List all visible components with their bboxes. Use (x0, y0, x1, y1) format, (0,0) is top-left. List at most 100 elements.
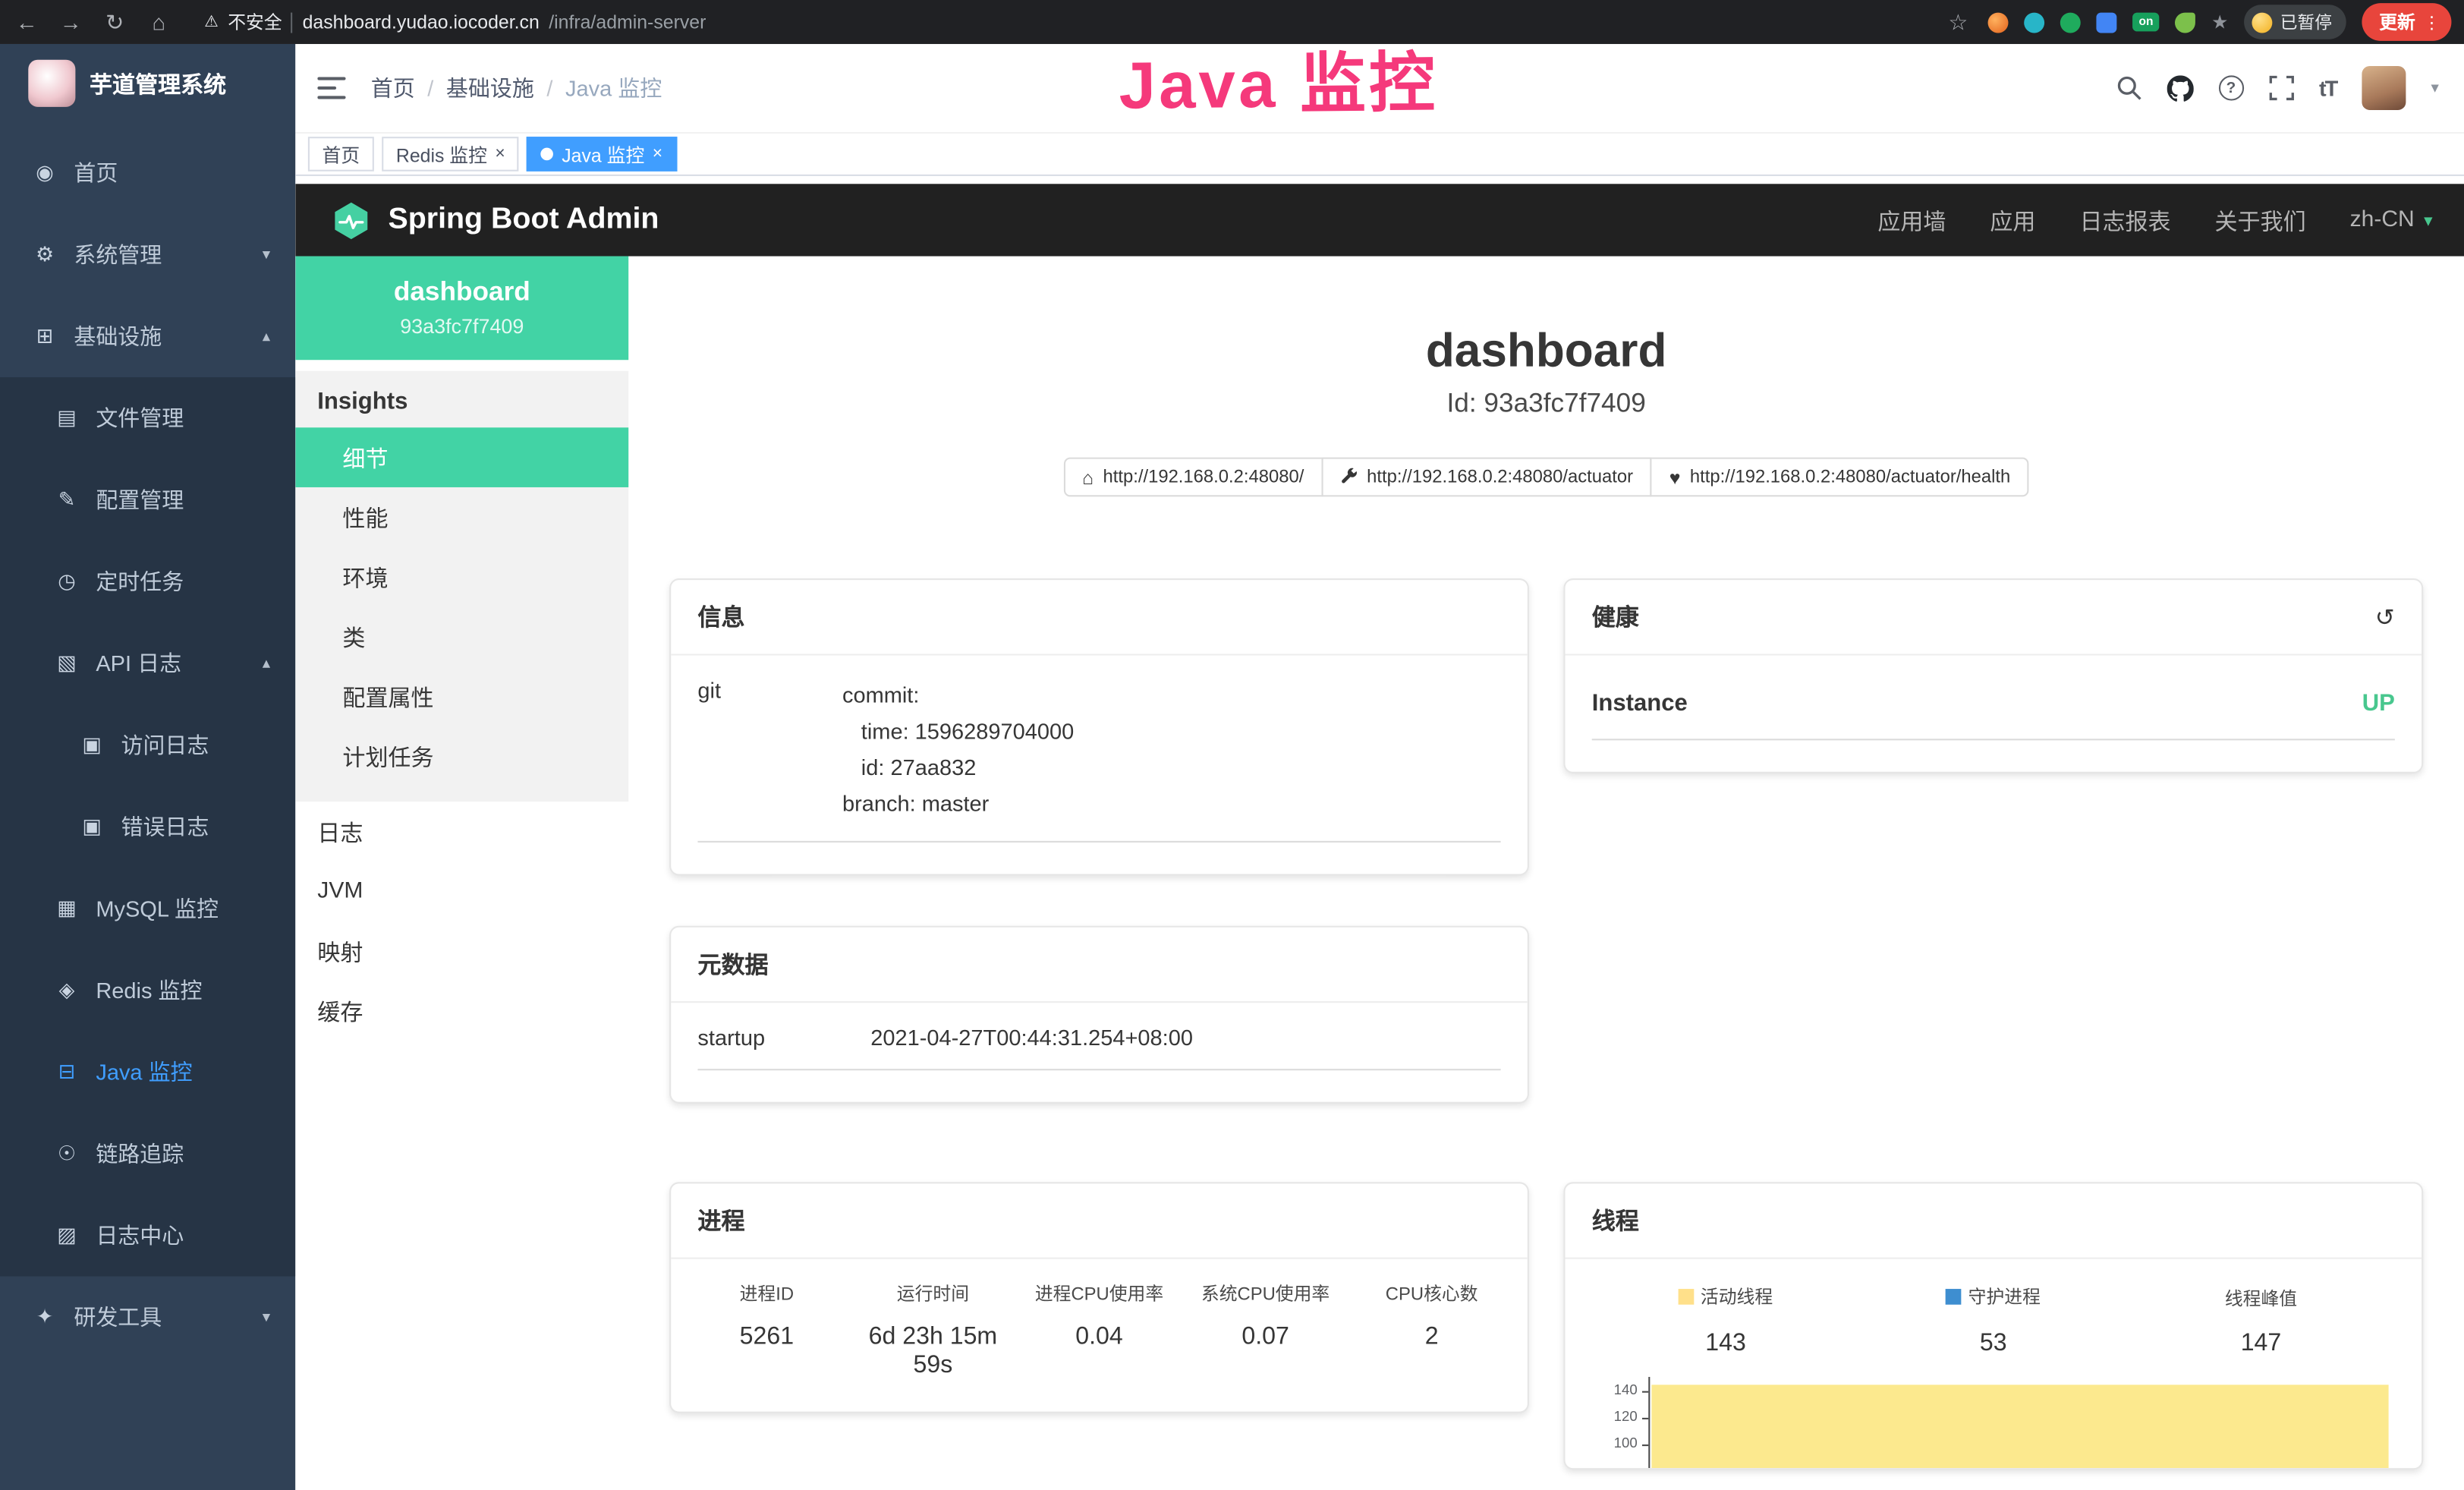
sba-item-caches[interactable]: 缓存 (295, 981, 628, 1041)
sidebar-item-config-management[interactable]: ✎ 配置管理 (0, 459, 295, 541)
sidebar-item-tracing[interactable]: ☉ 链路追踪 (0, 1113, 295, 1195)
sba-item-performance[interactable]: 性能 (295, 487, 628, 547)
sidebar-item-java-monitor[interactable]: ⊟ Java 监控 (0, 1031, 295, 1113)
extension-green-icon[interactable] (2060, 12, 2081, 33)
breadcrumb-home[interactable]: 首页 (371, 72, 415, 103)
font-size-icon[interactable]: tT (2319, 75, 2337, 100)
fullscreen-icon[interactable] (2269, 75, 2294, 100)
tab-redis-monitor[interactable]: Redis 监控 × (382, 137, 519, 172)
profile-face-icon (2252, 12, 2272, 33)
chrome-update-button[interactable]: 更新 ⋮ (2362, 3, 2451, 41)
sba-item-classes[interactable]: 类 (295, 606, 628, 666)
github-icon[interactable] (2167, 74, 2193, 101)
status-badge: UP (2362, 690, 2395, 717)
sidebar-item-dev-tools[interactable]: ✦ 研发工具 ▾ (0, 1276, 295, 1358)
chevron-down-icon: ▾ (263, 1309, 270, 1326)
instance-health-row: Instance UP (1592, 678, 2395, 741)
forward-icon[interactable]: → (57, 11, 85, 33)
sba-item-logs[interactable]: 日志 (295, 802, 628, 862)
sba-nav-wallboard[interactable]: 应用墙 (1877, 203, 1946, 236)
bookmark-star-icon[interactable]: ☆ (1944, 11, 1972, 33)
col-value: 0.07 (1182, 1324, 1348, 1352)
sidebar-item-infra[interactable]: ⊞ 基础设施 ▴ (0, 295, 295, 377)
breadcrumb: 首页 / 基础设施 / Java 监控 (371, 72, 662, 103)
extension-star-icon[interactable]: ★ (2211, 13, 2228, 32)
profile-paused-badge[interactable]: 已暂停 (2244, 5, 2346, 39)
sba-item-scheduled-tasks[interactable]: 计划任务 (295, 726, 628, 786)
health-link[interactable]: ♥ http://192.168.0.2:48080/actuator/heal… (1651, 458, 2029, 497)
col-value: 5261 (684, 1324, 850, 1352)
tab-java-monitor[interactable]: Java 监控 × (527, 137, 677, 172)
back-icon[interactable]: ← (13, 11, 41, 33)
sidebar-item-error-logs[interactable]: ▣ 错误日志 (0, 786, 295, 868)
instance-header[interactable]: dashboard 93a3fc7f7409 (295, 257, 628, 361)
instance-home-link[interactable]: ⌂ http://192.168.0.2:48080/ (1063, 458, 1323, 497)
heart-icon: ♥ (1669, 468, 1681, 487)
sidebar-item-scheduled-jobs[interactable]: ◷ 定时任务 (0, 540, 295, 622)
tab-home[interactable]: 首页 (308, 137, 374, 172)
tab-close-icon[interactable]: × (495, 146, 505, 163)
sba-nav-about[interactable]: 关于我们 (2215, 203, 2306, 236)
sidebar-item-label: Java 监控 (96, 1057, 192, 1088)
breadcrumb-section[interactable]: 基础设施 (446, 72, 534, 103)
help-icon[interactable]: ? (2218, 75, 2243, 100)
sba-item-details[interactable]: 细节 (295, 427, 628, 487)
extension-drop-icon[interactable] (2024, 12, 2044, 33)
sba-nav-journal[interactable]: 日志报表 (2079, 203, 2170, 236)
extension-leaf-icon[interactable] (2175, 12, 2195, 33)
address-bar[interactable]: ⚠ 不安全 dashboard.yudao.iocoder.cn/infra/a… (204, 9, 706, 34)
sidebar-item-mysql-monitor[interactable]: ▦ MySQL 监控 (0, 868, 295, 950)
extension-on-badge[interactable]: on (2132, 13, 2160, 31)
sba-item-jvm[interactable]: JVM (295, 862, 628, 921)
sba-brand-name: Spring Boot Admin (388, 203, 659, 238)
avatar-chevron-down-icon[interactable]: ▾ (2431, 80, 2438, 97)
link-label: http://192.168.0.2:48080/actuator/health (1690, 468, 2010, 487)
active-threads-swatch (1679, 1289, 1695, 1305)
sba-locale-select[interactable]: zh-CN ▾ (2350, 207, 2433, 232)
screen: ← → ↻ ⌂ ⚠ 不安全 dashboard.yudao.iocoder.cn… (0, 0, 2464, 1490)
sidebar-item-log-center[interactable]: ▨ 日志中心 (0, 1195, 295, 1277)
y-tick: 120 (1592, 1403, 1649, 1430)
sidebar-item-home[interactable]: ◉ 首页 (0, 132, 295, 214)
chevron-down-icon: ▾ (2424, 209, 2432, 230)
git-id-line: id: 27aa832 (842, 750, 1074, 786)
instance-name: dashboard (311, 276, 613, 307)
reload-icon[interactable]: ↻ (101, 11, 129, 33)
breadcrumb-separator: / (546, 75, 552, 100)
tab-close-icon[interactable]: × (653, 146, 662, 163)
sba-item-config-properties[interactable]: 配置属性 (295, 666, 628, 726)
sba-sidebar: dashboard 93a3fc7f7409 Insights 细节 性能 环境… (295, 257, 628, 1490)
app-logo[interactable]: 芋道管理系统 (0, 44, 295, 123)
sidebar-item-label: 配置管理 (96, 484, 184, 515)
sidebar-item-redis-monitor[interactable]: ◈ Redis 监控 (0, 950, 295, 1032)
sba-item-environment[interactable]: 环境 (295, 547, 628, 607)
sba-brand[interactable]: Spring Boot Admin (330, 199, 659, 241)
sba-nav-applications[interactable]: 应用 (1990, 203, 2035, 236)
hamburger-icon[interactable] (317, 72, 348, 103)
daemon-threads-swatch (1946, 1289, 1962, 1305)
legend-label: 活动线程 (1701, 1284, 1773, 1309)
sidebar-item-system[interactable]: ⚙ 系统管理 ▾ (0, 214, 295, 296)
card-header: 元数据 (671, 928, 1528, 1003)
row-label: git (697, 678, 842, 823)
database-icon: ▦ (53, 896, 80, 921)
infra-submenu: ▤ 文件管理 ✎ 配置管理 ◷ 定时任务 ▧ API 日志 ▴ (0, 377, 295, 1276)
sidebar-item-access-logs[interactable]: ▣ 访问日志 (0, 704, 295, 786)
sidebar-item-label: 首页 (74, 157, 118, 188)
daemon-threads-col: 守护进程 53 (1859, 1284, 2127, 1358)
col-value: 2 (1348, 1324, 1515, 1352)
sidebar-item-api-logs[interactable]: ▧ API 日志 ▴ (0, 622, 295, 704)
legend-label: 守护进程 (1968, 1284, 2041, 1309)
browser-home-icon[interactable]: ⌂ (145, 11, 173, 33)
extension-grid-icon[interactable] (2097, 12, 2117, 33)
user-avatar[interactable] (2362, 66, 2406, 110)
url-domain: dashboard.yudao.iocoder.cn (303, 11, 540, 33)
sba-item-mappings[interactable]: 映射 (295, 921, 628, 981)
extension-fox-icon[interactable] (1988, 12, 2009, 33)
search-icon[interactable] (2116, 75, 2141, 100)
instance-label: Instance (1592, 690, 1688, 717)
actuator-link[interactable]: http://192.168.0.2:48080/actuator (1321, 458, 1652, 497)
history-icon[interactable]: ↺ (2375, 603, 2395, 631)
sidebar-item-file-management[interactable]: ▤ 文件管理 (0, 377, 295, 459)
card-title: 信息 (697, 600, 744, 633)
